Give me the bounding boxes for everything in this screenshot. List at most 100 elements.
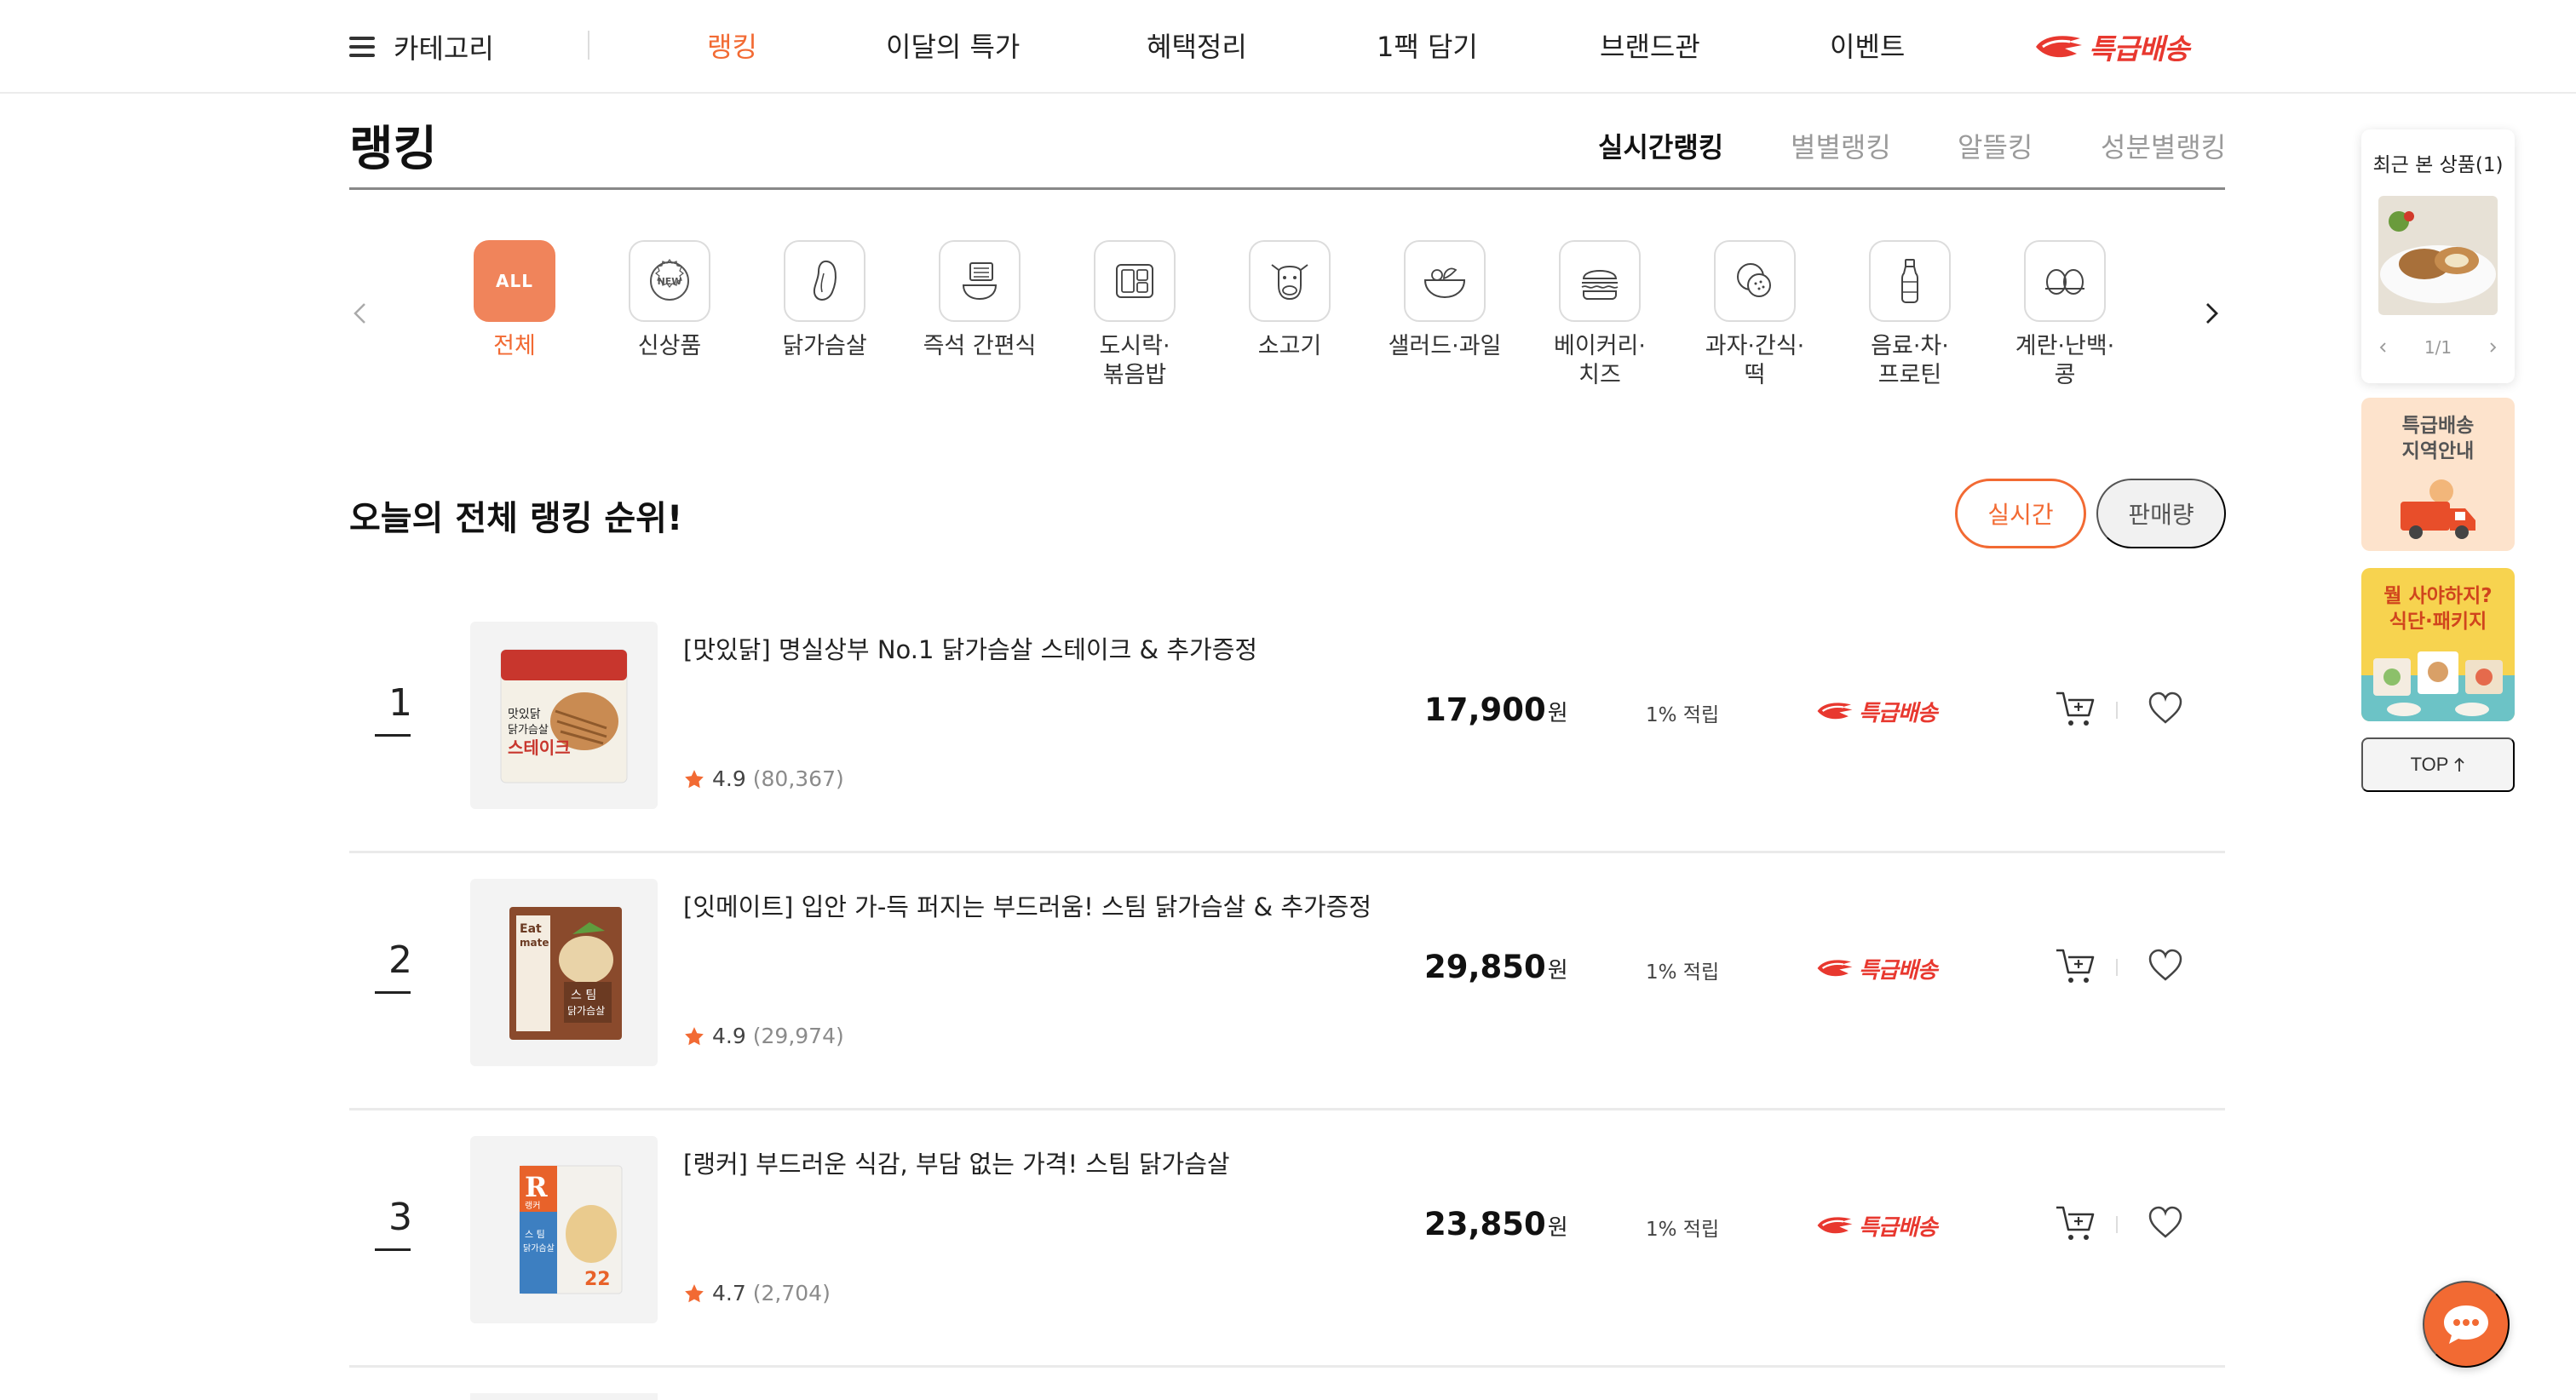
chevron-right-icon[interactable]: [2486, 341, 2499, 354]
salad-icon: [1423, 267, 1466, 299]
category-label-bakery: 베이커리· 치즈: [1554, 333, 1646, 388]
category-label-eggs: 계란·난백· 콩: [2015, 333, 2115, 388]
recent-product-thumbnail[interactable]: [2378, 196, 2498, 315]
product-name[interactable]: [맛있닭] 명실상부 No.1 닭가슴살 스테이크 & 추가증정: [683, 630, 1257, 666]
filter-sales-button[interactable]: 판매량: [2096, 479, 2226, 548]
chat-button[interactable]: [2423, 1281, 2510, 1368]
points-info: 1% 적립: [1646, 704, 1720, 726]
price-value: 29,850: [1424, 949, 1546, 985]
package-text: Eat: [520, 922, 542, 936]
package-text: mate: [520, 937, 549, 949]
product-row[interactable]: 2 Eat mate 스 팀 닭가슴살 [잇메이트] 입안 가-득 퍼지는 부드…: [349, 853, 2225, 1110]
product-price: 23,850 원: [1424, 1206, 1568, 1242]
nav-item-benefits[interactable]: 혜택정리: [1147, 26, 1247, 68]
nav-item-events[interactable]: 이벤트: [1830, 26, 1905, 68]
category-bakery[interactable]: [1559, 240, 1641, 322]
nav-divider: [588, 31, 589, 60]
svg-text:NEW: NEW: [658, 276, 682, 287]
category-eggs[interactable]: [2024, 240, 2106, 322]
recent-page-indicator: 1/1: [2424, 337, 2452, 358]
category-next-button[interactable]: [2196, 298, 2227, 329]
package-text: 스 팀: [571, 989, 596, 1002]
rank-underline: [375, 991, 411, 994]
category-drinks[interactable]: [1869, 240, 1951, 322]
category-label-new: 신상품: [637, 333, 702, 359]
category-prev-button[interactable]: [346, 298, 377, 329]
category-all[interactable]: ALL: [474, 240, 555, 322]
product-thumbnail[interactable]: Eat mate 스 팀 닭가슴살: [470, 879, 658, 1066]
nav-item-monthly-deals[interactable]: 이달의 특가: [886, 26, 1020, 68]
scroll-top-label: TOP: [2410, 754, 2449, 775]
recent-product-image: [2378, 196, 2498, 315]
star-icon: [685, 769, 704, 788]
express-delivery-link[interactable]: 특급배송: [2034, 24, 2189, 70]
product-name[interactable]: [잇메이트] 입안 가-득 퍼지는 부드러움! 스팀 닭가슴살 & 추가증정: [683, 887, 1371, 923]
review-count: (2,704): [752, 1281, 831, 1305]
tab-star-ranking[interactable]: 별별랭킹: [1791, 126, 1891, 165]
tab-ingredient-ranking[interactable]: 성분별랭킹: [2101, 126, 2226, 165]
express-delivery-label: 특급배송: [1859, 1214, 1938, 1241]
express-delivery-icon: [1817, 703, 1853, 720]
express-delivery-icon: [1817, 1217, 1853, 1234]
express-delivery-icon: [2036, 36, 2082, 58]
rating-value: 4.7: [712, 1281, 746, 1305]
new-badge-icon: NEW: [650, 259, 689, 301]
nav-item-brands[interactable]: 브랜드관: [1600, 26, 1700, 68]
product-thumbnail[interactable]: R 랭커 스 팀 닭가슴살 22: [470, 1136, 658, 1323]
category-label-beef: 소고기: [1257, 333, 1322, 359]
arrow-up-icon: [2454, 757, 2465, 772]
star-icon: [685, 1026, 704, 1045]
product-row[interactable]: 3 R 랭커 스 팀 닭가슴살 22 [랭커] 부드러운 식감, 부담 없는 가…: [349, 1110, 2225, 1368]
recent-products-title: 최근 본 상품(1): [2372, 154, 2504, 176]
category-label-chicken-breast: 닭가슴살: [782, 333, 867, 359]
category-instant-meal[interactable]: [939, 240, 1021, 322]
category-beef[interactable]: [1249, 240, 1331, 322]
product-row[interactable]: 1 맛있닭 닭가슴살 스테이크 [맛있닭] 명실상부 No.1 닭가슴살 스테이…: [349, 596, 2225, 853]
scroll-top-button[interactable]: TOP: [2361, 737, 2515, 792]
snack-icon: [1737, 263, 1771, 297]
category-label-instant-meal: 즉석 간편식: [923, 333, 1037, 359]
category-new[interactable]: NEW: [629, 240, 710, 322]
express-delivery-icon: [1817, 960, 1853, 977]
category-chicken-breast[interactable]: [784, 240, 865, 322]
star-icon: [685, 1283, 704, 1302]
burger-icon: [1581, 270, 1619, 300]
nav-item-ranking[interactable]: 랭킹: [707, 26, 757, 68]
category-snacks[interactable]: [1714, 240, 1796, 322]
tab-realtime-ranking[interactable]: 실시간랭킹: [1598, 126, 1723, 165]
category-lunchbox[interactable]: [1094, 240, 1176, 322]
heart-icon[interactable]: [2147, 690, 2184, 727]
product-name[interactable]: [랭커] 부드러운 식감, 부담 없는 가격! 스팀 닭가슴살: [683, 1145, 1230, 1180]
cart-icon[interactable]: [2055, 947, 2096, 986]
heart-icon[interactable]: [2147, 947, 2184, 984]
chevron-left-icon[interactable]: [2377, 341, 2390, 354]
express-delivery-label: 특급배송: [1859, 957, 1938, 984]
product-thumbnail[interactable]: 맛있닭 닭가슴살 스테이크: [470, 622, 658, 809]
product-price: 17,900 원: [1424, 691, 1568, 728]
meal-package-banner-text: 뭘 사야하지? 식단·패키지: [2383, 585, 2493, 633]
nav-item-one-pack[interactable]: 1팩 담기: [1377, 26, 1478, 68]
category-menu-button[interactable]: 카테고리: [349, 26, 494, 68]
meal-package-banner[interactable]: 뭘 사야하지? 식단·패키지: [2361, 568, 2515, 721]
hamburger-icon: [349, 37, 375, 57]
package-text: 스 팀: [525, 1229, 545, 1240]
price-unit: 원: [1547, 701, 1568, 726]
express-area-banner[interactable]: 특급배송 지역안내: [2361, 398, 2515, 551]
express-delivery-label: 특급배송: [1859, 700, 1938, 726]
rank-number: 2: [388, 938, 412, 982]
express-delivery-badge: 특급배송: [1816, 688, 1938, 734]
chicken-breast-icon: [813, 260, 837, 301]
express-delivery-badge: 특급배송: [1816, 1202, 1938, 1248]
title-divider: [349, 187, 2225, 190]
package-text: R: [525, 1171, 548, 1203]
category-salad[interactable]: [1404, 240, 1486, 322]
cart-icon[interactable]: [2055, 1204, 2096, 1243]
tab-value-ranking[interactable]: 알뜰킹: [1958, 126, 2033, 165]
filter-realtime-button[interactable]: 실시간: [1955, 479, 2086, 548]
all-icon: ALL: [496, 271, 533, 291]
heart-icon[interactable]: [2147, 1204, 2184, 1242]
cart-icon[interactable]: [2055, 690, 2096, 729]
category-menu-label: 카테고리: [394, 32, 494, 65]
recent-products-panel: 최근 본 상품(1) 1/1: [2361, 129, 2515, 383]
express-delivery-badge: 특급배송: [1816, 945, 1938, 991]
